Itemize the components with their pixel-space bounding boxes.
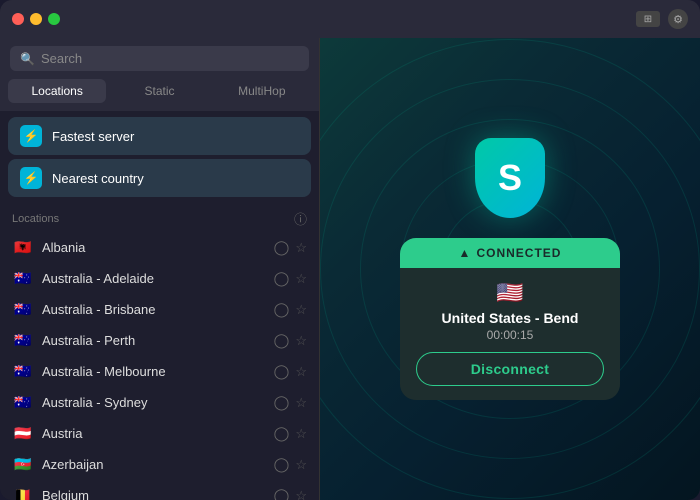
tab-bar: Locations Static MultiHop xyxy=(0,79,319,111)
flag-albania: 🇦🇱 xyxy=(12,240,34,256)
list-item[interactable]: 🇦🇹 Austria ◯ ☆ xyxy=(4,418,315,449)
disconnect-button[interactable]: Disconnect xyxy=(416,352,604,386)
flag-au-brisbane: 🇦🇺 xyxy=(12,302,34,318)
location-actions: ◯ ☆ xyxy=(274,301,307,318)
flag-au-adelaide: 🇦🇺 xyxy=(12,271,34,287)
signal-icon[interactable]: ◯ xyxy=(274,270,290,287)
location-actions: ◯ ☆ xyxy=(274,394,307,411)
flag-belgium: 🇧🇪 xyxy=(12,488,34,500)
fastest-server-icon: ⚡ xyxy=(20,125,42,147)
location-actions: ◯ ☆ xyxy=(274,425,307,442)
flag-austria: 🇦🇹 xyxy=(12,426,34,442)
nearest-country-label: Nearest country xyxy=(52,171,144,186)
location-name: Australia - Adelaide xyxy=(42,271,266,286)
window-icon[interactable]: ⊞ xyxy=(636,11,660,27)
signal-icon[interactable]: ◯ xyxy=(274,487,290,500)
tab-static[interactable]: Static xyxy=(110,79,208,103)
star-icon[interactable]: ☆ xyxy=(295,302,307,318)
location-name: Australia - Perth xyxy=(42,333,266,348)
connected-location: United States - Bend xyxy=(416,310,604,326)
location-name: Australia - Melbourne xyxy=(42,364,266,379)
minimize-button[interactable] xyxy=(30,13,42,25)
search-input[interactable] xyxy=(41,51,299,66)
location-name: Australia - Brisbane xyxy=(42,302,266,317)
star-icon[interactable]: ☆ xyxy=(295,457,307,473)
settings-icon[interactable]: ⚙ xyxy=(668,9,688,29)
search-bar: 🔍 xyxy=(0,38,319,79)
sidebar: 🔍 Locations Static MultiHop ⚡ Fastest se… xyxy=(0,38,320,500)
list-item[interactable]: 🇦🇺 Australia - Sydney ◯ ☆ xyxy=(4,387,315,418)
connected-header: ▲ CONNECTED xyxy=(400,238,620,268)
locations-header: Locations ⓘ xyxy=(0,203,319,232)
tab-multihop[interactable]: MultiHop xyxy=(213,79,311,103)
signal-icon[interactable]: ◯ xyxy=(274,301,290,318)
star-icon[interactable]: ☆ xyxy=(295,426,307,442)
info-icon[interactable]: ⓘ xyxy=(294,209,307,228)
list-item[interactable]: 🇦🇺 Australia - Brisbane ◯ ☆ xyxy=(4,294,315,325)
location-actions: ◯ ☆ xyxy=(274,487,307,500)
signal-icon[interactable]: ◯ xyxy=(274,456,290,473)
connected-status-label: CONNECTED xyxy=(476,246,561,260)
close-button[interactable] xyxy=(12,13,24,25)
app-window: ⊞ ⚙ 🔍 Locations Static MultiHop xyxy=(0,0,700,500)
location-actions: ◯ ☆ xyxy=(274,270,307,287)
title-bar-right: ⊞ ⚙ xyxy=(636,9,688,29)
maximize-button[interactable] xyxy=(48,13,60,25)
quick-options: ⚡ Fastest server ⚡ Nearest country xyxy=(0,111,319,203)
star-icon[interactable]: ☆ xyxy=(295,240,307,256)
star-icon[interactable]: ☆ xyxy=(295,333,307,349)
fastest-server-label: Fastest server xyxy=(52,129,134,144)
flag-au-melbourne: 🇦🇺 xyxy=(12,364,34,380)
location-name: Azerbaijan xyxy=(42,457,266,472)
list-item[interactable]: 🇧🇪 Belgium ◯ ☆ xyxy=(4,480,315,500)
list-item[interactable]: 🇦🇺 Australia - Melbourne ◯ ☆ xyxy=(4,356,315,387)
location-actions: ◯ ☆ xyxy=(274,456,307,473)
location-name: Australia - Sydney xyxy=(42,395,266,410)
star-icon[interactable]: ☆ xyxy=(295,271,307,287)
window-controls xyxy=(12,13,60,25)
list-item[interactable]: 🇦🇺 Australia - Adelaide ◯ ☆ xyxy=(4,263,315,294)
signal-icon[interactable]: ◯ xyxy=(274,363,290,380)
fastest-server-button[interactable]: ⚡ Fastest server xyxy=(8,117,311,155)
signal-icon[interactable]: ◯ xyxy=(274,332,290,349)
location-name: Austria xyxy=(42,426,266,441)
location-actions: ◯ ☆ xyxy=(274,239,307,256)
signal-icon[interactable]: ◯ xyxy=(274,394,290,411)
signal-icon[interactable]: ◯ xyxy=(274,425,290,442)
nearest-country-icon: ⚡ xyxy=(20,167,42,189)
connected-panel: ▲ CONNECTED 🇺🇸 United States - Bend 00:0… xyxy=(400,238,620,400)
title-bar: ⊞ ⚙ xyxy=(0,0,700,38)
location-name: Albania xyxy=(42,240,266,255)
star-icon[interactable]: ☆ xyxy=(295,395,307,411)
signal-icon[interactable]: ◯ xyxy=(274,239,290,256)
app-logo: S xyxy=(475,138,545,218)
tab-locations[interactable]: Locations xyxy=(8,79,106,103)
list-item[interactable]: 🇦🇺 Australia - Perth ◯ ☆ xyxy=(4,325,315,356)
location-actions: ◯ ☆ xyxy=(274,332,307,349)
flag-azerbaijan: 🇦🇿 xyxy=(12,457,34,473)
location-name: Belgium xyxy=(42,488,266,500)
search-wrapper: 🔍 xyxy=(10,46,309,71)
search-icon: 🔍 xyxy=(20,52,35,66)
locations-label: Locations xyxy=(12,213,59,225)
nearest-country-button[interactable]: ⚡ Nearest country xyxy=(8,159,311,197)
connected-flag: 🇺🇸 xyxy=(416,280,604,306)
chevron-up-icon: ▲ xyxy=(459,246,471,260)
star-icon[interactable]: ☆ xyxy=(295,364,307,380)
list-item[interactable]: 🇦🇱 Albania ◯ ☆ xyxy=(4,232,315,263)
main-content: 🔍 Locations Static MultiHop ⚡ Fastest se… xyxy=(0,38,700,500)
logo-area: S xyxy=(475,138,545,218)
list-item[interactable]: 🇦🇿 Azerbaijan ◯ ☆ xyxy=(4,449,315,480)
location-actions: ◯ ☆ xyxy=(274,363,307,380)
flag-au-sydney: 🇦🇺 xyxy=(12,395,34,411)
location-list[interactable]: 🇦🇱 Albania ◯ ☆ 🇦🇺 Australia - Adelaide ◯… xyxy=(0,232,319,500)
connected-timer: 00:00:15 xyxy=(416,328,604,342)
star-icon[interactable]: ☆ xyxy=(295,488,307,500)
connected-body: 🇺🇸 United States - Bend 00:00:15 Disconn… xyxy=(400,268,620,400)
flag-au-perth: 🇦🇺 xyxy=(12,333,34,349)
right-panel: S ▲ CONNECTED 🇺🇸 United States - Bend 00… xyxy=(320,38,700,500)
